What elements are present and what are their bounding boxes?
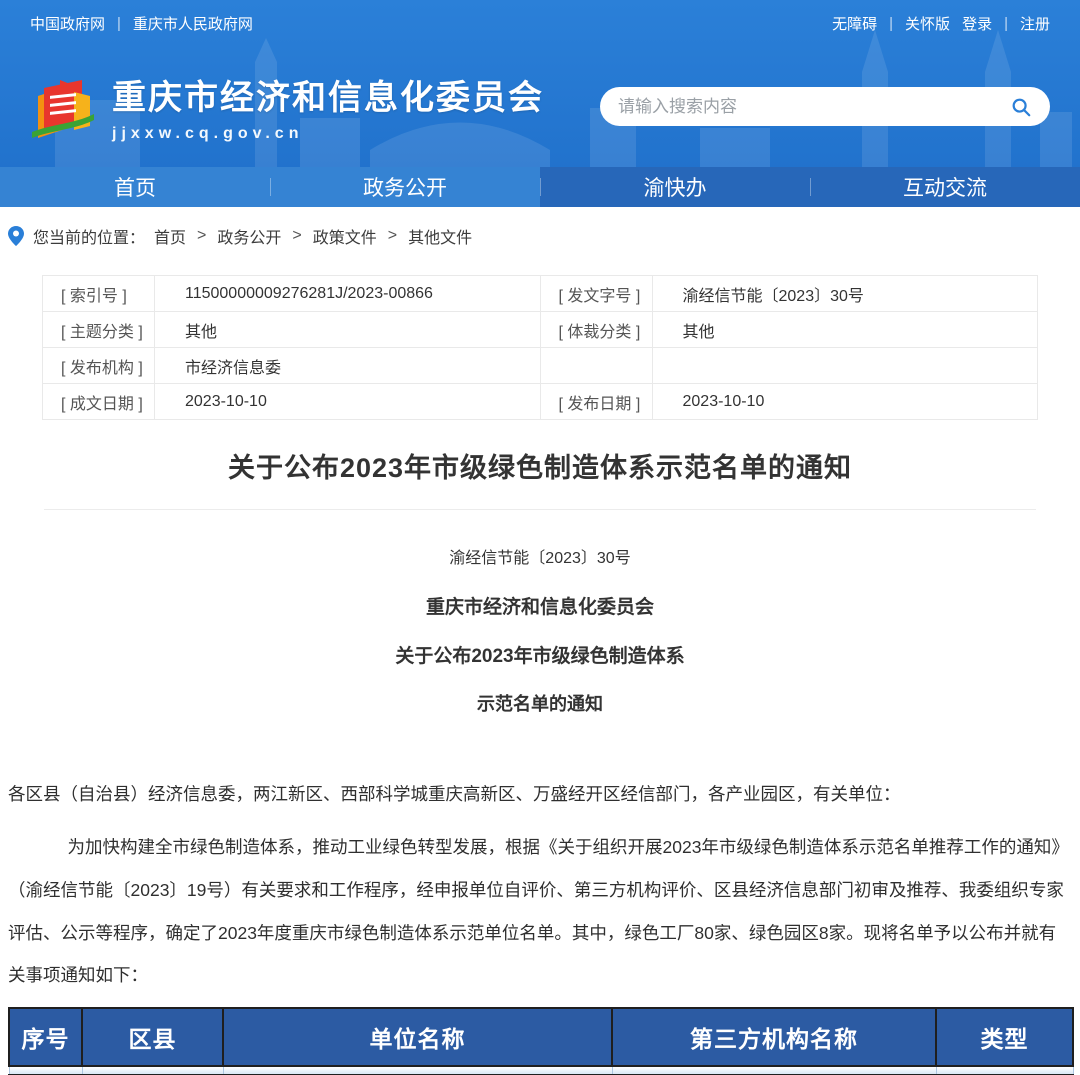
meta-label-publisher: [ 发布机构 ]	[43, 348, 155, 384]
breadcrumb-separator: >	[388, 227, 397, 245]
link-chongqing-gov[interactable]: 重庆市人民政府网	[133, 13, 253, 34]
topbar-separator: |	[117, 15, 121, 32]
nav-tab-home[interactable]: 首页	[0, 167, 270, 207]
link-register[interactable]: 注册	[1020, 13, 1050, 34]
meta-value-publisher: 市经济信息委	[155, 348, 541, 384]
government-building-logo-icon	[30, 76, 96, 138]
link-accessibility[interactable]: 无障碍	[832, 13, 877, 34]
meta-value-written-date: 2023-10-10	[155, 384, 541, 420]
topbar-separator: |	[1004, 15, 1008, 32]
meta-value-index-no: 11500000009276281J/2023-00866	[155, 276, 541, 312]
breadcrumb-separator: >	[292, 227, 301, 245]
meta-row: [ 主题分类 ] 其他 [ 体裁分类 ] 其他	[43, 312, 1038, 348]
meta-value-doc-no: 渝经信节能〔2023〕30号	[652, 276, 1038, 312]
search-input[interactable]	[618, 97, 1010, 117]
breadcrumb-other-files[interactable]: 其他文件	[408, 224, 472, 248]
breadcrumb: 您当前的位置： 首页 > 政务公开 > 政策文件 > 其他文件	[8, 221, 1080, 251]
breadcrumb-policy-files[interactable]: 政策文件	[313, 224, 377, 248]
nav-tab-yukuaiban[interactable]: 渝快办	[540, 167, 810, 207]
breadcrumb-home[interactable]: 首页	[154, 224, 186, 248]
col-header-unit-name: 单位名称	[223, 1008, 612, 1066]
col-header-district: 区县	[82, 1008, 223, 1066]
search-box[interactable]	[600, 87, 1050, 126]
meta-label-empty	[540, 348, 652, 384]
site-url: jjxxw.cq.gov.cn	[112, 125, 544, 143]
green-factory-list-table: 序号 区县 单位名称 第三方机构名称 类型 41 江津区 重庆智展齿轮传动有限公…	[8, 1007, 1074, 1075]
main-nav: 首页 政务公开 渝快办 互动交流	[0, 167, 1080, 207]
table-spacer-row	[9, 1066, 1073, 1075]
site-identity: 重庆市经济和信息化委员会 jjxxw.cq.gov.cn	[112, 70, 544, 143]
link-china-gov[interactable]: 中国政府网	[30, 13, 105, 34]
nav-tab-government-affairs[interactable]: 政务公开	[270, 167, 540, 207]
topbar-left-links: 中国政府网 | 重庆市人民政府网	[30, 13, 253, 34]
paragraph-addressees: 各区县（自治县）经济信息委，两江新区、西部科学城重庆高新区、万盛经开区经信部门，…	[8, 780, 1072, 810]
table-header-row: 序号 区县 单位名称 第三方机构名称 类型	[9, 1008, 1073, 1066]
col-header-serial: 序号	[9, 1008, 82, 1066]
meta-label-publish-date: [ 发布日期 ]	[540, 384, 652, 420]
meta-row: [ 发布机构 ] 市经济信息委	[43, 348, 1038, 384]
header-main: 重庆市经济和信息化委员会 jjxxw.cq.gov.cn	[0, 46, 1080, 167]
breadcrumb-government-affairs[interactable]: 政务公开	[217, 224, 281, 248]
topbar-separator: |	[889, 15, 893, 32]
breadcrumb-separator: >	[197, 227, 206, 245]
doc-issuer-line: 重庆市经济和信息化委员会	[0, 592, 1080, 619]
doc-subtitle-line-2: 示范名单的通知	[0, 690, 1080, 716]
meta-label-written-date: [ 成文日期 ]	[43, 384, 155, 420]
link-login[interactable]: 登录	[962, 13, 992, 34]
meta-label-doc-no: [ 发文字号 ]	[540, 276, 652, 312]
meta-value-genre-class: 其他	[652, 312, 1038, 348]
location-pin-icon	[8, 226, 24, 246]
site-header: 中国政府网 | 重庆市人民政府网 无障碍 | 关怀版 登录 | 注册	[0, 0, 1080, 207]
topbar: 中国政府网 | 重庆市人民政府网 无障碍 | 关怀版 登录 | 注册	[0, 0, 1080, 46]
site-name: 重庆市经济和信息化委员会	[112, 70, 544, 119]
site-logo[interactable]: 重庆市经济和信息化委员会 jjxxw.cq.gov.cn	[30, 70, 544, 143]
meta-label-genre-class: [ 体裁分类 ]	[540, 312, 652, 348]
topbar-right-links: 无障碍 | 关怀版 登录 | 注册	[832, 13, 1050, 34]
link-care-version[interactable]: 关怀版	[905, 13, 950, 34]
col-header-third-party: 第三方机构名称	[612, 1008, 936, 1066]
meta-row: [ 成文日期 ] 2023-10-10 [ 发布日期 ] 2023-10-10	[43, 384, 1038, 420]
search-icon[interactable]	[1010, 96, 1032, 118]
doc-number-line: 渝经信节能〔2023〕30号	[0, 544, 1080, 568]
meta-value-topic-class: 其他	[155, 312, 541, 348]
nav-tab-interaction[interactable]: 互动交流	[810, 167, 1080, 207]
meta-value-publish-date: 2023-10-10	[652, 384, 1038, 420]
col-header-type: 类型	[936, 1008, 1073, 1066]
title-divider	[44, 509, 1036, 510]
meta-value-empty	[652, 348, 1038, 384]
meta-label-index-no: [ 索引号 ]	[43, 276, 155, 312]
document-meta-table: [ 索引号 ] 11500000009276281J/2023-00866 [ …	[42, 275, 1038, 420]
breadcrumb-prefix: 您当前的位置：	[33, 224, 145, 248]
page-title: 关于公布2023年市级绿色制造体系示范名单的通知	[0, 446, 1080, 485]
meta-label-topic-class: [ 主题分类 ]	[43, 312, 155, 348]
doc-subtitle-line-1: 关于公布2023年市级绿色制造体系	[0, 641, 1080, 668]
document-body: 各区县（自治县）经济信息委，两江新区、西部科学城重庆高新区、万盛经开区经信部门，…	[8, 780, 1072, 997]
paragraph-main: 为加快构建全市绿色制造体系，推动工业绿色转型发展，根据《关于组织开展2023年市…	[8, 826, 1072, 998]
meta-row: [ 索引号 ] 11500000009276281J/2023-00866 [ …	[43, 276, 1038, 312]
